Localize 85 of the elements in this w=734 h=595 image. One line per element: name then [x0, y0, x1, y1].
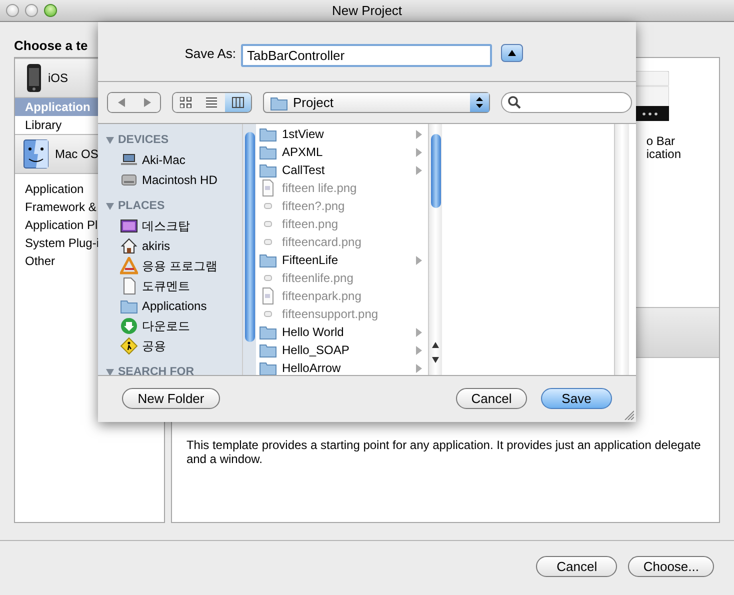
house-icon [120, 237, 138, 255]
file-row[interactable]: HelloArrow [256, 359, 428, 377]
sidebar-item[interactable]: 응용 프로그램 [98, 256, 242, 276]
sidebar-item[interactable]: Aki-Mac [98, 150, 242, 170]
file-row[interactable]: fifteen?.png [256, 197, 428, 215]
forward-button[interactable] [134, 93, 160, 112]
heading: Choose a te [14, 38, 88, 53]
scroll-down-arrow-icon [432, 357, 439, 363]
new-folder-button[interactable]: New Folder [122, 388, 220, 409]
template-description: This template provides a starting point for any application. It provides just an application delegate and a window. [185, 437, 702, 466]
file-row[interactable]: fifteen life.png [256, 179, 428, 197]
sidebar-item[interactable]: 도큐멘트 [98, 276, 242, 296]
file-row[interactable]: FifteenLife [256, 251, 428, 269]
file-row[interactable]: fifteencard.png [256, 233, 428, 251]
file-icon [264, 203, 272, 209]
location-label: Project [293, 94, 334, 112]
scroll-bar[interactable] [242, 124, 256, 375]
finder-face-icon [23, 139, 49, 169]
desktop-icon [120, 217, 138, 235]
file-icon [264, 239, 272, 245]
file-row[interactable]: APXML [256, 143, 428, 161]
sidebar-item[interactable]: 공용 [98, 336, 242, 356]
shared-sign-icon [120, 337, 138, 355]
file-row[interactable]: fifteensupport.png [256, 305, 428, 323]
close-button[interactable] [6, 4, 19, 17]
view-mode-control[interactable] [172, 92, 252, 113]
search-icon [508, 96, 521, 109]
scroll-thumb[interactable] [431, 134, 441, 208]
download-icon [120, 317, 138, 335]
disclosure-arrow-icon [416, 256, 422, 264]
sidebar-section-title: PLACES [118, 199, 165, 214]
search-field[interactable] [501, 92, 632, 113]
list-view-icon [206, 97, 218, 108]
disclosure-triangle-icon [106, 368, 114, 375]
file-row[interactable]: 1stView [256, 125, 428, 143]
stepper-arrows-icon [476, 97, 483, 108]
forward-arrow-icon [144, 98, 150, 107]
expand-button[interactable] [501, 44, 523, 62]
back-arrow-icon [118, 98, 124, 107]
minimize-button[interactable] [25, 4, 38, 17]
icon-view-button[interactable] [173, 93, 199, 112]
up-triangle-icon [508, 50, 516, 56]
cancel-button[interactable]: Cancel [536, 556, 618, 577]
column-view-icon [232, 97, 244, 108]
file-row[interactable]: CallTest [256, 161, 428, 179]
cancel-button[interactable]: Cancel [456, 388, 527, 409]
save-button[interactable]: Save [541, 388, 612, 409]
sidebar-section-title: DEVICES [118, 133, 168, 148]
file-icon [264, 311, 272, 317]
scroll-up-arrow-icon [432, 342, 439, 348]
save-as-label: Save As: [184, 45, 236, 63]
file-icon [264, 221, 272, 227]
file-row[interactable]: fifteenpark.png [256, 287, 428, 305]
resize-grip-icon [624, 410, 634, 420]
icon-view-icon [180, 97, 192, 108]
sidebar-item[interactable]: akiris [98, 236, 242, 256]
category-group-label: Mac OS [55, 146, 98, 163]
back-button[interactable] [108, 93, 134, 112]
location-popup[interactable]: Project [263, 92, 490, 113]
disclosure-triangle-icon [106, 136, 114, 144]
file-row[interactable]: fifteenlife.png [256, 269, 428, 287]
app-ruler-icon [120, 257, 138, 275]
choose-button[interactable]: Choose... [628, 556, 714, 577]
list-view-button[interactable] [199, 93, 225, 112]
sidebar-item[interactable]: Macintosh HD [98, 170, 242, 190]
category-group-label: iOS [48, 70, 68, 87]
phone-icon [26, 63, 42, 93]
file-row[interactable]: Hello World [256, 323, 428, 341]
save-as-field[interactable]: TabBarController [241, 44, 492, 67]
column-view-button[interactable] [225, 93, 251, 112]
file-icon [264, 275, 272, 281]
scroll-thumb[interactable] [245, 132, 255, 342]
sidebar-item[interactable]: 데스크탑 [98, 216, 242, 236]
disclosure-triangle-icon [106, 202, 114, 210]
sidebar-item[interactable]: 다운로드 [98, 316, 242, 336]
zoom-button[interactable] [44, 4, 57, 17]
file-row[interactable]: Hello_SOAP [256, 341, 428, 359]
scroll-bar[interactable] [614, 124, 629, 375]
template-name: o Bar ication [646, 135, 681, 161]
sidebar-item[interactable]: Applications [98, 296, 242, 316]
sidebar-section-title: SEARCH FOR [118, 365, 194, 375]
navigation-control[interactable] [107, 92, 161, 113]
file-row[interactable]: fifteen.png [256, 215, 428, 233]
window-title: New Project [332, 2, 402, 18]
scroll-bar[interactable] [428, 124, 442, 375]
